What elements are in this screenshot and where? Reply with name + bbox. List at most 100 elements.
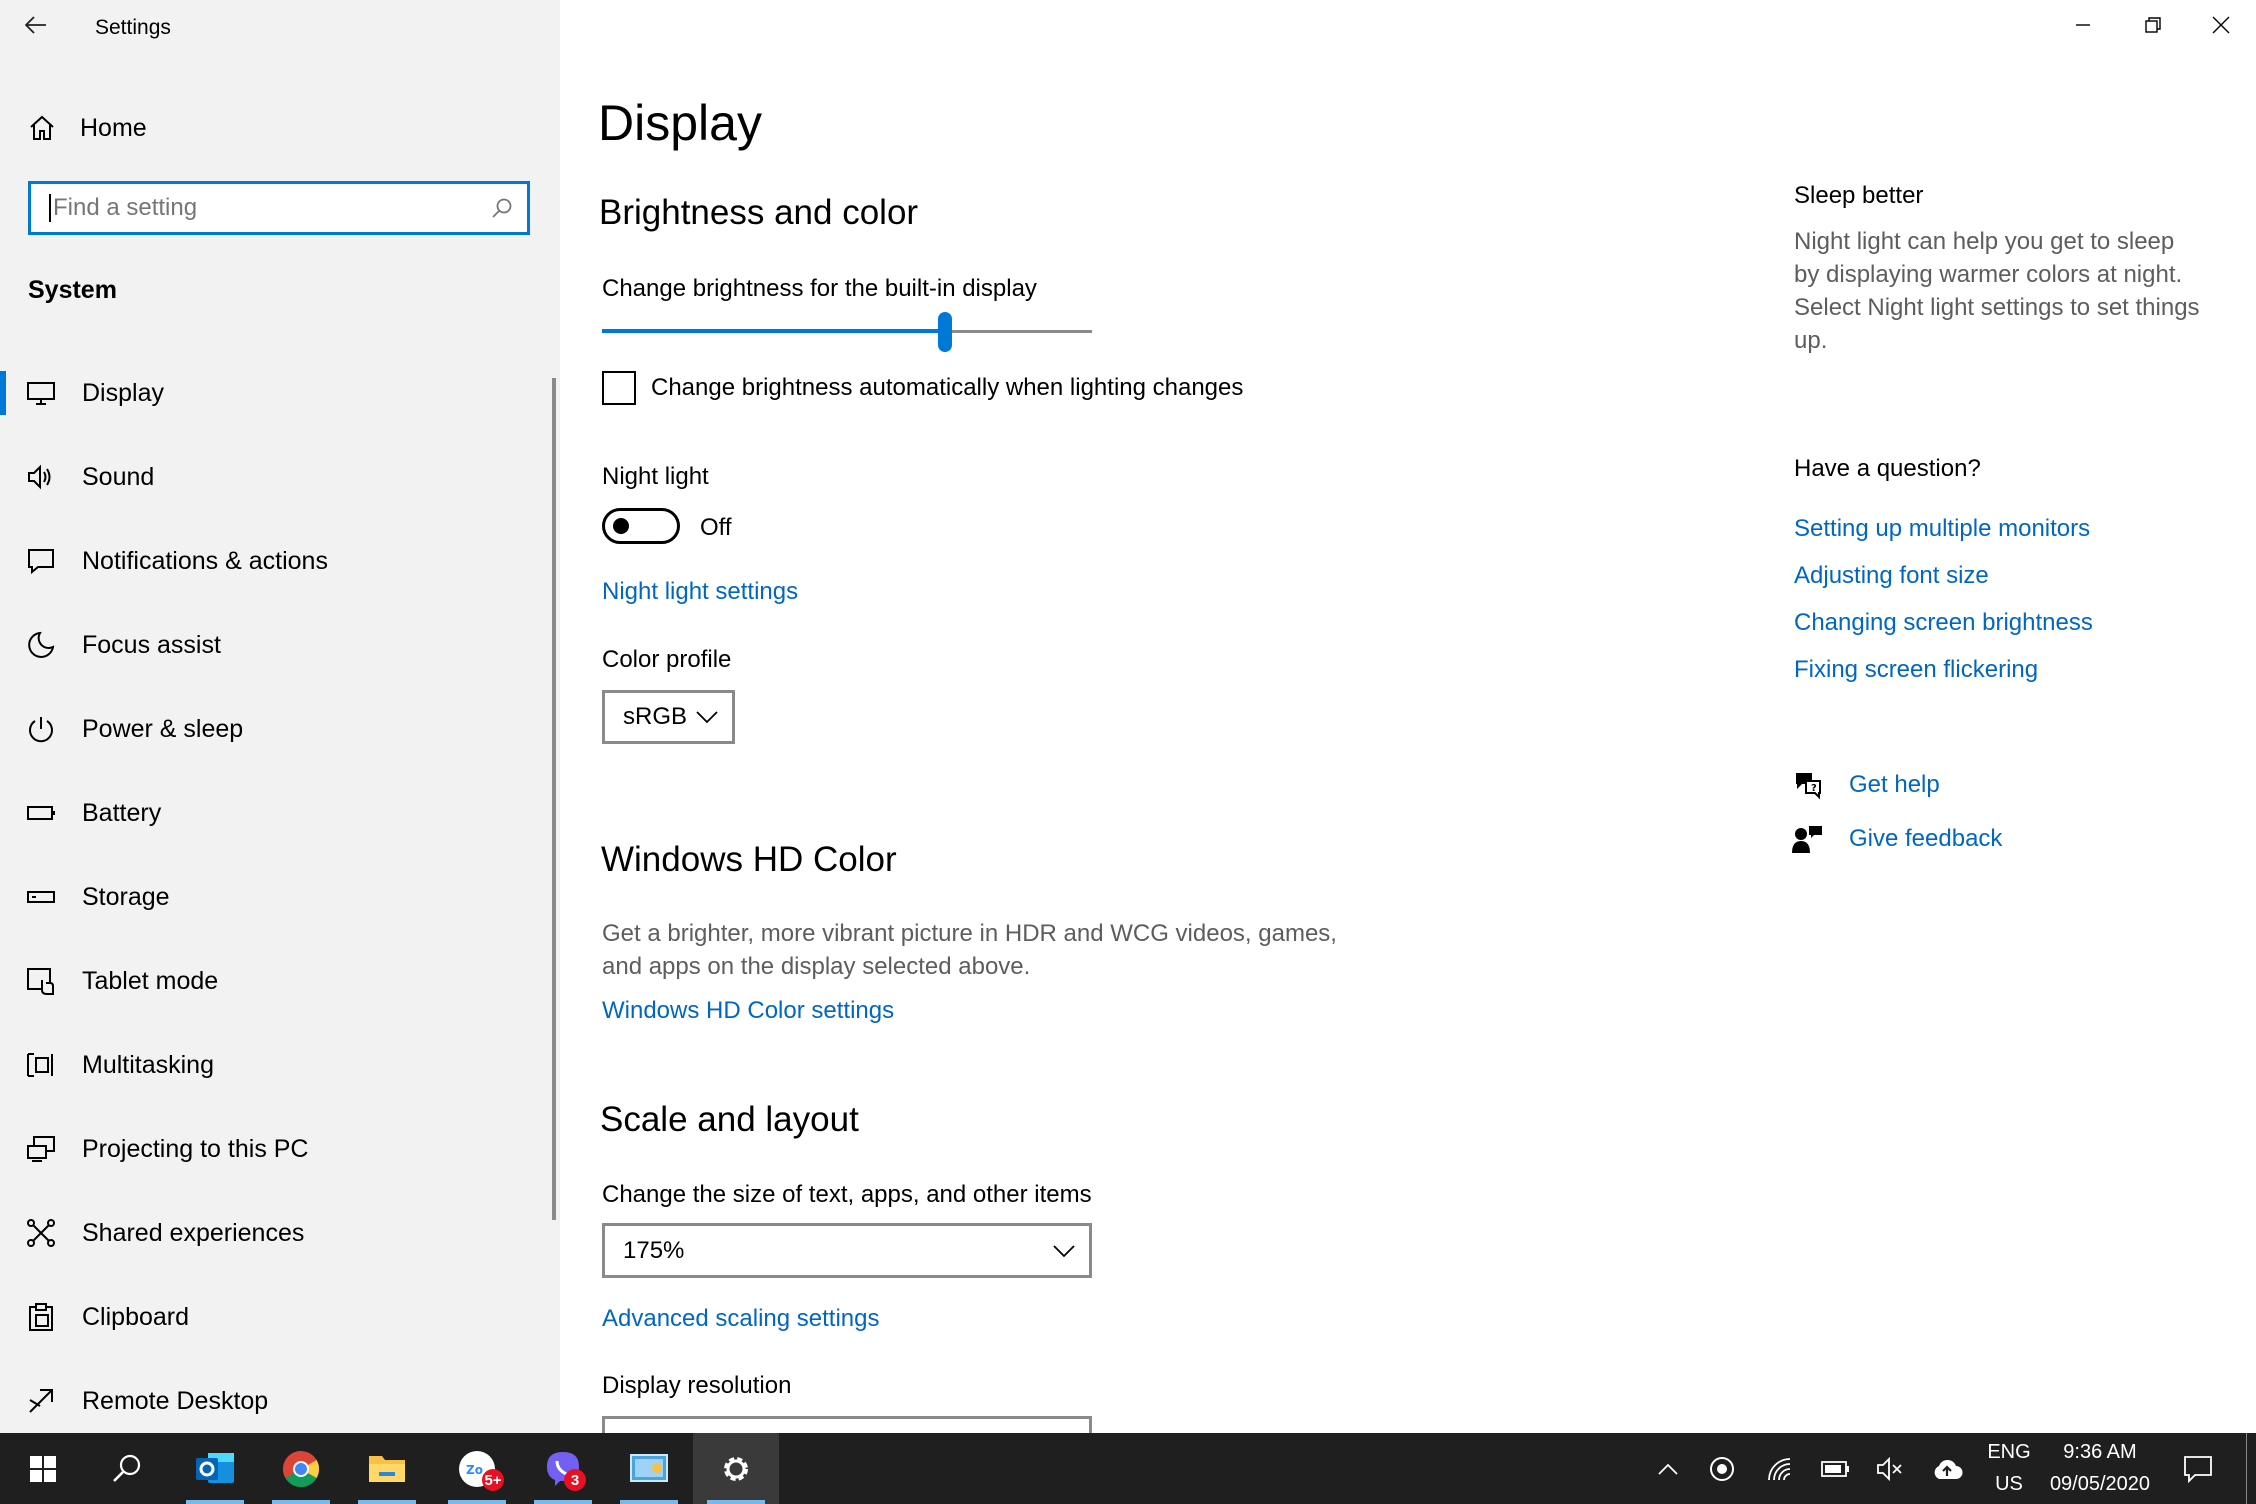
projecting-icon: [27, 1136, 55, 1162]
search-box[interactable]: [28, 181, 530, 235]
taskbar-chrome[interactable]: [258, 1433, 344, 1504]
tray-network-button[interactable]: [1758, 1433, 1802, 1504]
sidebar-item-label: Tablet mode: [82, 966, 219, 995]
taskbar-settings[interactable]: [693, 1433, 779, 1504]
auto-brightness-label: Change brightness automatically when lig…: [651, 374, 1244, 401]
color-profile-dropdown[interactable]: sRGB: [602, 690, 735, 744]
monitor-icon: [27, 382, 55, 405]
night-light-toggle[interactable]: [602, 508, 680, 544]
display-resolution-label: Display resolution: [602, 1372, 792, 1399]
advanced-scaling-link[interactable]: Advanced scaling settings: [602, 1305, 880, 1333]
chevron-up-icon: [1658, 1463, 1678, 1475]
taskbar-zoom[interactable]: Zo 5+: [434, 1433, 520, 1504]
sidebar-home[interactable]: Home: [0, 100, 560, 156]
sidebar-item-notifications[interactable]: Notifications & actions: [0, 531, 550, 591]
tray-record-button[interactable]: [1702, 1433, 1742, 1504]
sidebar-item-sound[interactable]: Sound: [0, 447, 550, 507]
show-desktop-button[interactable]: [2246, 1433, 2256, 1504]
night-light-label: Night light: [602, 463, 709, 490]
sidebar-item-label: Multitasking: [82, 1050, 214, 1079]
back-arrow-icon: [25, 16, 46, 34]
help-link-screen-brightness[interactable]: Changing screen brightness: [1794, 609, 2093, 637]
action-center-button[interactable]: [2176, 1433, 2220, 1504]
night-light-settings-link[interactable]: Night light settings: [602, 578, 798, 606]
chevron-down-icon: [1053, 1244, 1075, 1257]
outlook-icon: [196, 1452, 234, 1483]
restore-icon: [2145, 17, 2161, 33]
action-center-icon: [2184, 1455, 2212, 1483]
give-feedback-link[interactable]: Give feedback: [1849, 825, 2002, 853]
windows-logo-icon: [30, 1455, 56, 1482]
search-icon[interactable]: [491, 197, 513, 219]
help-link-screen-flickering[interactable]: Fixing screen flickering: [1794, 656, 2038, 684]
sidebar-item-label: Remote Desktop: [82, 1386, 269, 1415]
sidebar-section-heading: System: [28, 276, 117, 304]
storage-icon: [27, 891, 55, 903]
language-bottom: US: [1995, 1473, 2023, 1495]
remote-desktop-icon: [29, 1389, 53, 1413]
close-icon: [2212, 16, 2230, 34]
taskbar-outlook[interactable]: [172, 1433, 258, 1504]
auto-brightness-checkbox[interactable]: [602, 371, 636, 405]
tray-battery-button[interactable]: [1814, 1433, 1858, 1504]
help-link-multiple-monitors[interactable]: Setting up multiple monitors: [1794, 515, 2090, 543]
taskbar-search-button[interactable]: [84, 1433, 170, 1504]
hd-color-settings-link[interactable]: Windows HD Color settings: [602, 997, 894, 1025]
display-resolution-dropdown[interactable]: [602, 1416, 1092, 1433]
sleep-better-line2: by displaying warmer colors at night.: [1794, 261, 2183, 288]
sidebar-item-projecting[interactable]: Projecting to this PC: [0, 1119, 550, 1179]
minimize-button[interactable]: [2048, 0, 2118, 50]
sidebar-item-battery[interactable]: Battery: [0, 783, 550, 843]
sleep-better-line4: up.: [1794, 327, 1828, 354]
sidebar-item-label: Shared experiences: [82, 1218, 305, 1247]
shared-experiences-icon: [27, 1219, 55, 1247]
give-feedback-icon: [1792, 826, 1822, 853]
taskbar-file-explorer[interactable]: [344, 1433, 430, 1504]
close-button[interactable]: [2186, 0, 2256, 50]
sidebar-item-clipboard[interactable]: Clipboard: [0, 1287, 550, 1347]
sidebar-item-focus-assist[interactable]: Focus assist: [0, 615, 550, 675]
sidebar-item-display[interactable]: Display: [0, 363, 550, 423]
home-icon: [30, 115, 54, 140]
slider-thumb[interactable]: [938, 312, 952, 352]
sidebar-item-label: Focus assist: [82, 630, 221, 659]
speaker-icon: [28, 464, 51, 490]
back-button[interactable]: [14, 0, 58, 50]
brightness-slider-label: Change brightness for the built-in displ…: [602, 275, 1037, 302]
sidebar-item-tablet-mode[interactable]: Tablet mode: [0, 951, 550, 1011]
sidebar-item-remote-desktop[interactable]: Remote Desktop: [0, 1371, 550, 1431]
sidebar-item-shared-experiences[interactable]: Shared experiences: [0, 1203, 550, 1263]
taskbar-control-panel[interactable]: [606, 1433, 692, 1504]
window-title: Settings: [95, 16, 171, 39]
scale-dropdown[interactable]: 175%: [602, 1223, 1092, 1278]
sidebar-item-power-sleep[interactable]: Power & sleep: [0, 699, 550, 759]
scale-heading: Scale and layout: [600, 1100, 859, 1139]
scale-size-label: Change the size of text, apps, and other…: [602, 1181, 1092, 1208]
sidebar-item-label: Sound: [82, 462, 155, 491]
clipboard-icon: [29, 1303, 53, 1331]
tray-onedrive-button[interactable]: [1924, 1433, 1970, 1504]
svg-text:?: ?: [1811, 783, 1817, 794]
restore-button[interactable]: [2118, 0, 2188, 50]
battery-icon: [1821, 1460, 1849, 1477]
svg-text:Zo: Zo: [466, 1463, 483, 1477]
sidebar-item-storage[interactable]: Storage: [0, 867, 550, 927]
start-button[interactable]: [0, 1433, 86, 1504]
get-help-link[interactable]: Get help: [1849, 771, 1940, 799]
minimize-icon: [2076, 24, 2090, 26]
search-input[interactable]: [49, 194, 491, 222]
help-link-font-size[interactable]: Adjusting font size: [1794, 562, 1989, 590]
sidebar-item-multitasking[interactable]: Multitasking: [0, 1035, 550, 1095]
sleep-better-line1: Night light can help you get to sleep: [1794, 228, 2175, 255]
clock-time: 9:36 AM: [2063, 1441, 2137, 1463]
taskbar-viber[interactable]: 3: [520, 1433, 606, 1504]
clock-date: 09/05/2020: [2049, 1473, 2151, 1495]
have-a-question-title: Have a question?: [1794, 455, 1981, 482]
tray-volume-button[interactable]: [1868, 1433, 1912, 1504]
show-hidden-icons-button[interactable]: [1648, 1433, 1688, 1504]
zoom-badge: 5+: [482, 1469, 504, 1491]
page-title: Display: [598, 95, 762, 151]
multitasking-icon: [27, 1053, 53, 1077]
sidebar-scrollbar[interactable]: [552, 378, 556, 1220]
gear-icon: [724, 1456, 748, 1481]
